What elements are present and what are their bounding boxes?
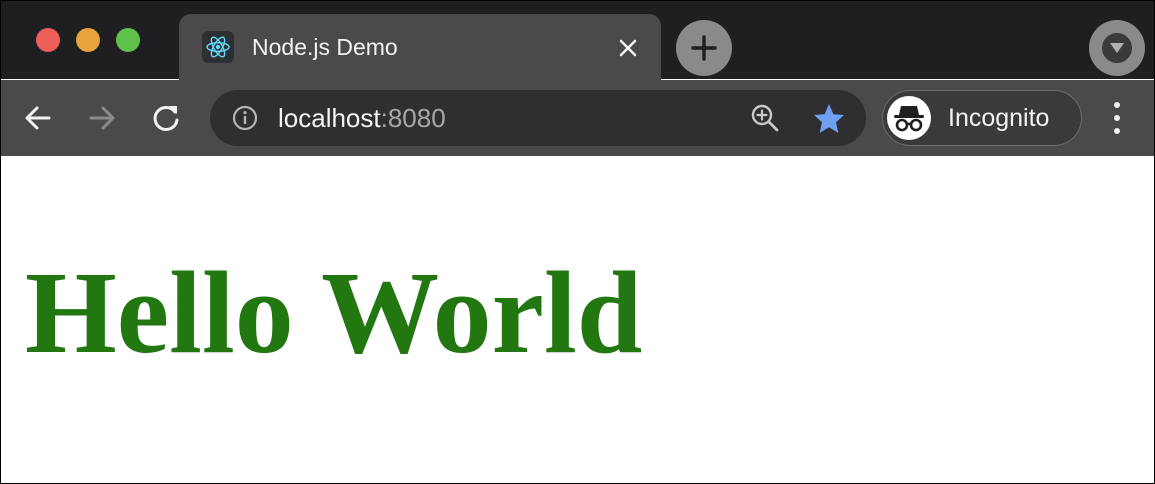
profile-label: Incognito: [948, 104, 1050, 132]
arrow-left-icon: [25, 106, 51, 130]
close-window-button[interactable]: [36, 28, 60, 52]
star-icon[interactable]: [812, 102, 846, 136]
incognito-icon: [887, 96, 931, 140]
back-button[interactable]: [19, 99, 57, 137]
browser-window: Node.js Demo localhost:8080 Incognito He…: [0, 0, 1155, 484]
tab-node-js-demo[interactable]: Node.js Demo: [179, 14, 661, 80]
plus-icon: [691, 35, 717, 61]
tab-strip: Node.js Demo: [1, 1, 1154, 80]
new-tab-button[interactable]: [676, 20, 732, 76]
arrow-right-icon: [89, 106, 115, 130]
forward-button[interactable]: [83, 99, 121, 137]
maximize-window-button[interactable]: [116, 28, 140, 52]
url-port: :8080: [380, 103, 446, 133]
url-host: localhost: [278, 103, 381, 133]
kebab-menu-icon[interactable]: [1105, 102, 1129, 134]
page-content: Hello World: [1, 156, 1154, 483]
tab-search-button[interactable]: [1089, 20, 1145, 76]
reload-icon: [153, 105, 179, 131]
url-text[interactable]: localhost:8080: [278, 103, 446, 133]
close-tab-icon[interactable]: [613, 33, 643, 63]
toolbar: localhost:8080 Incognito: [1, 80, 1154, 156]
react-icon: [202, 31, 234, 63]
tab-title: Node.js Demo: [252, 34, 398, 60]
page-heading: Hello World: [25, 247, 643, 378]
info-icon[interactable]: [232, 105, 258, 131]
zoom-in-icon[interactable]: [750, 103, 780, 133]
incognito-profile-button[interactable]: Incognito: [882, 90, 1082, 146]
address-bar[interactable]: localhost:8080: [210, 90, 866, 146]
reload-button[interactable]: [147, 99, 185, 137]
chevron-down-icon: [1110, 43, 1124, 53]
minimize-window-button[interactable]: [76, 28, 100, 52]
